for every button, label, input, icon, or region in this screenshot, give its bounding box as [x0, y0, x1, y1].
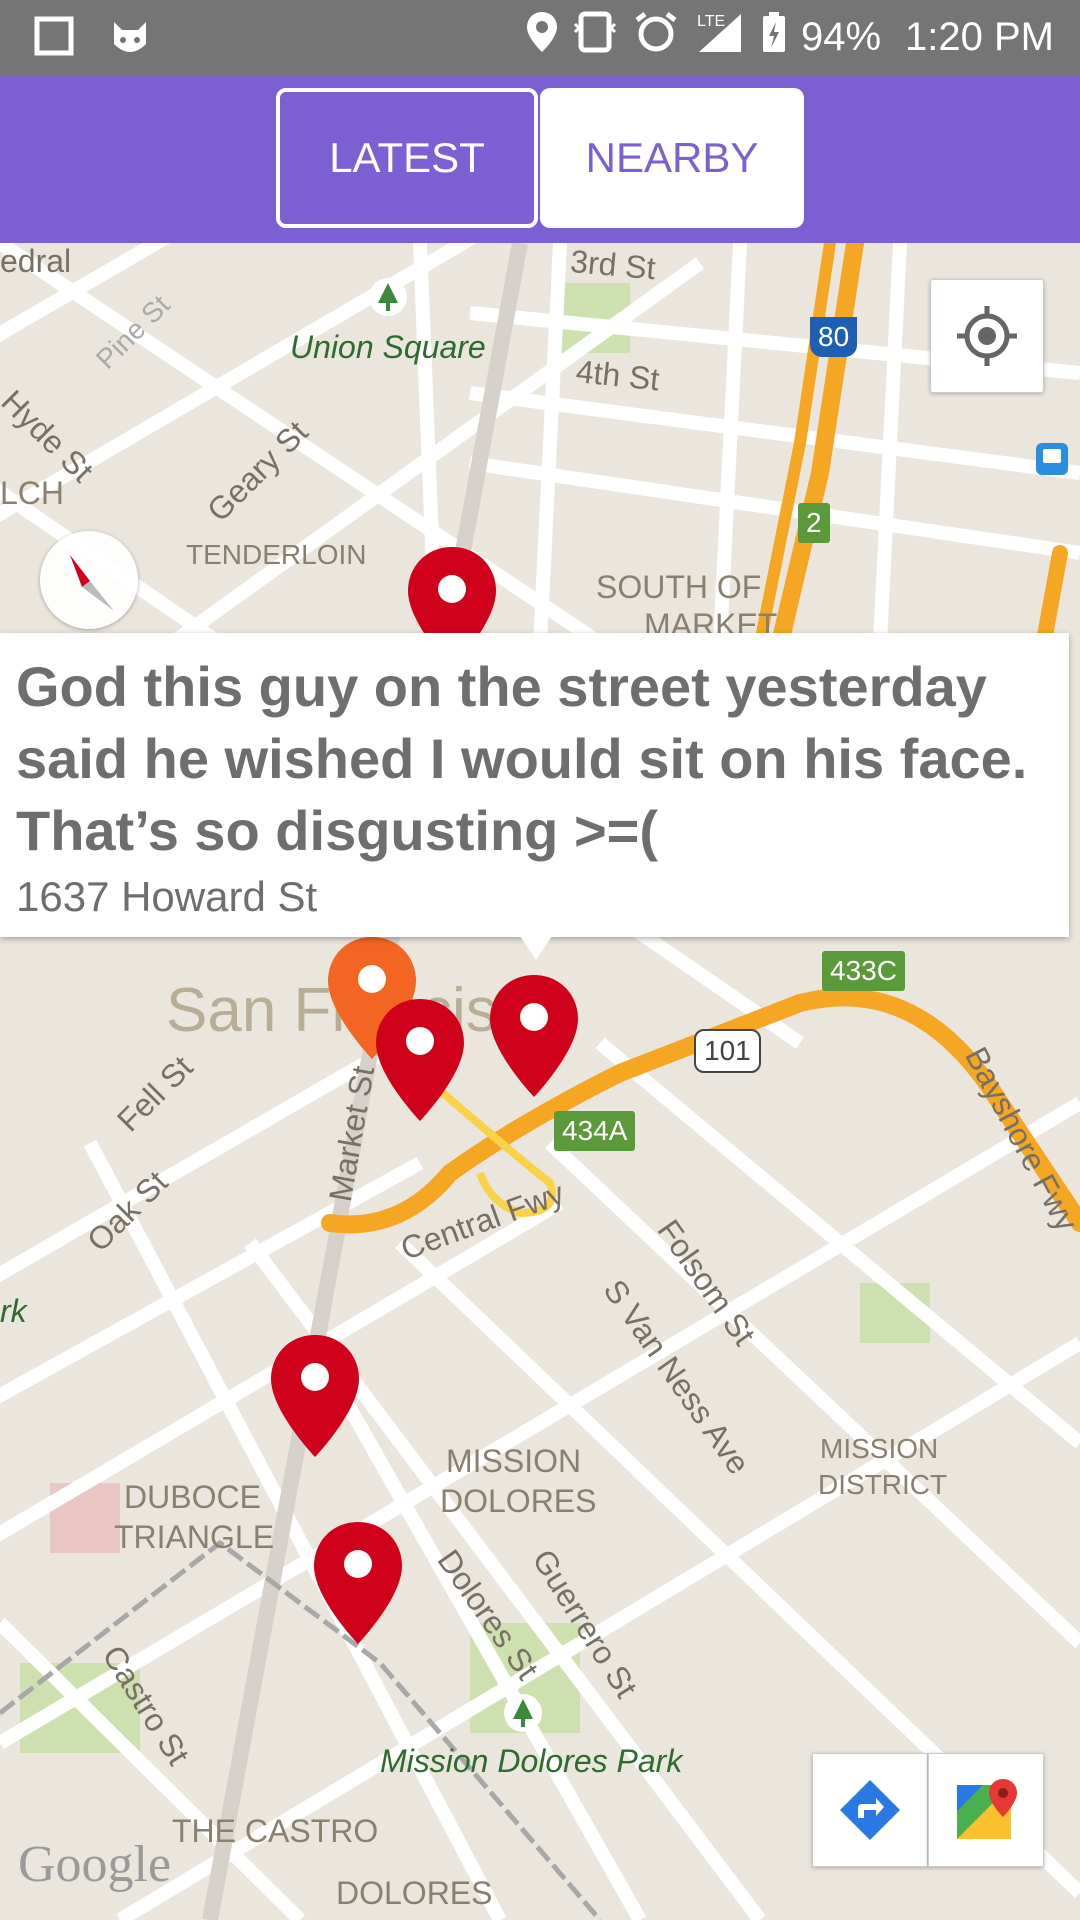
map-label-mission-district-2: DISTRICT	[818, 1469, 948, 1500]
directions-button[interactable]	[812, 1753, 928, 1867]
status-bar: LTE 94% 1:20 PM	[0, 0, 1080, 75]
alarm-icon	[631, 10, 681, 64]
map-label-lch: LCH	[0, 475, 65, 511]
open-google-maps-button[interactable]	[928, 1753, 1044, 1867]
map-pin-selected[interactable]	[486, 971, 582, 1101]
tab-nearby[interactable]: NEARBY	[540, 88, 804, 228]
cyanogen-icon	[108, 16, 152, 65]
compass-icon	[70, 555, 114, 611]
google-logo: Google	[18, 1836, 172, 1893]
battery-percent: 94%	[800, 14, 882, 59]
post-address: 1637 Howard St	[16, 873, 318, 920]
location-icon	[525, 10, 559, 64]
shield-2: 2	[798, 503, 830, 543]
shield-101: 101	[694, 1029, 761, 1073]
map-label-south-of-market: SOUTH OF	[596, 569, 762, 605]
battery-icon	[761, 10, 787, 64]
google-maps-icon	[957, 1779, 1017, 1839]
shield-433c: 433C	[822, 951, 905, 991]
directions-icon	[840, 1780, 900, 1840]
map-pin[interactable]	[267, 1331, 363, 1461]
info-window-pointer	[520, 936, 552, 960]
top-tab-bar: LATEST NEARBY	[0, 75, 1080, 243]
svg-text:LTE: LTE	[697, 13, 725, 30]
map-label-union-square: Union Square	[290, 329, 486, 365]
map-view[interactable]: edral Union Square 3rd St 4th St Pine St…	[0, 243, 1080, 1920]
transit-icon	[1034, 441, 1070, 482]
map-label-mission-dolores: MISSION	[446, 1443, 582, 1479]
park-icon	[368, 277, 408, 322]
vibrate-icon	[573, 10, 617, 64]
park-icon	[503, 1693, 543, 1738]
my-location-button[interactable]	[930, 279, 1044, 393]
post-info-window[interactable]: God this guy on the street yesterday sai…	[0, 633, 1069, 937]
post-message: God this guy on the street yesterday sai…	[16, 655, 1028, 862]
map-label-the-castro: THE CASTRO	[172, 1813, 379, 1849]
map-label-duboce-2: TRIANGLE	[114, 1519, 275, 1555]
notification-square-icon	[34, 16, 74, 65]
compass-button[interactable]	[40, 531, 138, 629]
map-label-rk: rk	[0, 1293, 27, 1329]
map-label-mission-dolores-park: Mission Dolores Park	[380, 1743, 683, 1779]
map-label-mission-district: MISSION	[820, 1433, 939, 1464]
map-label-duboce: DUBOCE	[124, 1479, 261, 1515]
shield-434a: 434A	[554, 1111, 636, 1151]
clock: 1:20 PM	[905, 14, 1054, 59]
map-pin[interactable]	[372, 995, 468, 1125]
map-label-mission-dolores-2: DOLORES	[440, 1483, 597, 1519]
tab-latest[interactable]: LATEST	[276, 88, 538, 228]
signal-icon: LTE	[695, 10, 747, 64]
map-label-dolores-bottom: DOLORES	[336, 1875, 493, 1911]
map-label-cathedral: edral	[0, 243, 72, 279]
shield-i80: 80	[810, 317, 858, 357]
crosshair-icon	[957, 306, 1017, 366]
map-label-3rd-st: 3rd St	[568, 243, 658, 287]
map-pin[interactable]	[310, 1518, 406, 1648]
map-label-tenderloin: TENDERLOIN	[186, 539, 367, 570]
